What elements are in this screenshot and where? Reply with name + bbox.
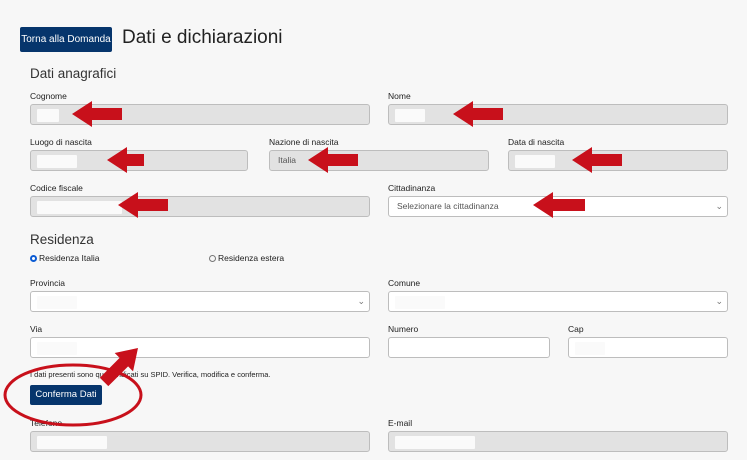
annotation-circle — [3, 363, 143, 427]
annotation-arrows — [72, 101, 622, 387]
arrow-data — [572, 147, 622, 173]
arrow-nazione — [308, 147, 358, 173]
arrow-conferma — [99, 348, 138, 387]
annotation-overlay — [3, 101, 622, 427]
arrow-cognome — [72, 101, 122, 127]
arrow-codice-fiscale — [118, 192, 168, 218]
arrow-nome — [453, 101, 503, 127]
arrow-cittadinanza — [533, 192, 585, 218]
arrow-luogo — [107, 147, 144, 173]
